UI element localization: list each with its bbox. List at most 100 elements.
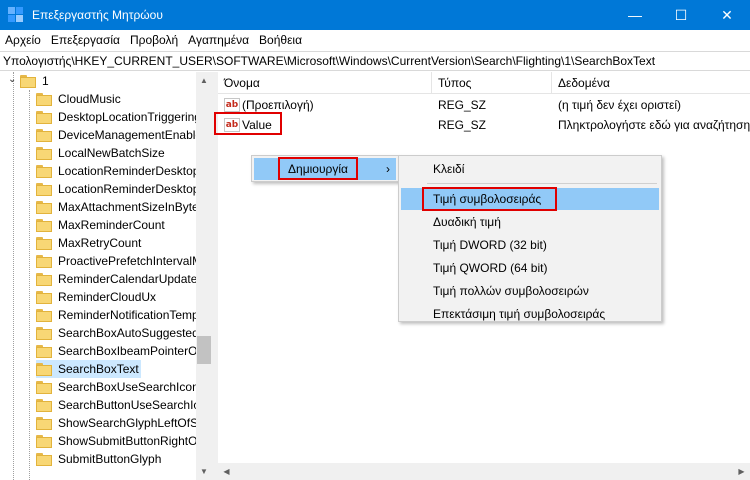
menu-file[interactable]: Αρχείο xyxy=(0,30,46,50)
tree-node-label: ProactivePrefetchIntervalM xyxy=(58,254,203,268)
submenu-arrow-icon: › xyxy=(386,162,390,176)
submenu-separator xyxy=(427,183,657,184)
folder-icon xyxy=(36,128,52,142)
tree-node[interactable]: SearchBoxUseSearchIconA xyxy=(36,378,209,396)
scroll-up-icon[interactable]: ▲ xyxy=(196,72,212,89)
tree-node-label: ShowSubmitButtonRightO xyxy=(58,434,198,448)
column-data-header[interactable]: Δεδομένα xyxy=(552,72,750,94)
submenu-item-label: Τιμή QWORD (64 bit) xyxy=(433,261,548,275)
values-hscrollbar[interactable]: ◀ ▶ xyxy=(218,463,750,480)
tree-node-label: ReminderNotificationTemp xyxy=(58,308,199,322)
scroll-right-icon[interactable]: ▶ xyxy=(733,463,750,480)
scroll-left-icon[interactable]: ◀ xyxy=(218,463,235,480)
tree-node[interactable]: SearchBoxAutoSuggestedF xyxy=(36,324,208,342)
tree-node[interactable]: SearchBoxIbeamPointerOr xyxy=(36,342,203,360)
tree-node-label: SearchBoxUseSearchIconA xyxy=(58,380,207,394)
tree-node[interactable]: MaxAttachmentSizeInByte xyxy=(36,198,201,216)
title-bar: Επεξεργαστής Μητρώου — ☐ ✕ xyxy=(0,0,750,30)
tree-node-label: SearchBoxIbeamPointerOr xyxy=(58,344,202,358)
tree-node-label: LocationReminderDesktop xyxy=(58,182,200,196)
tree-node[interactable]: SearchButtonUseSearchIco xyxy=(36,396,208,414)
scroll-down-icon[interactable]: ▼ xyxy=(196,463,212,480)
value-type: REG_SZ xyxy=(438,118,487,132)
tree-node-label: SearchBoxText xyxy=(56,360,141,378)
key-tree[interactable]: ⌄ 1 CloudMusic DesktopLocationTriggering D… xyxy=(0,72,212,480)
window-title: Επεξεργαστής Μητρώου xyxy=(32,8,163,22)
column-name-header[interactable]: Όνομα xyxy=(218,72,432,94)
folder-icon xyxy=(36,236,52,250)
collapse-chevron-icon[interactable]: ⌄ xyxy=(8,74,16,85)
tree-node[interactable]: ReminderCalendarUpdate xyxy=(36,270,199,288)
folder-icon xyxy=(36,92,52,106)
tree-node[interactable]: DesktopLocationTriggering xyxy=(36,108,203,126)
folder-icon xyxy=(36,308,52,322)
tree-node[interactable]: ProactivePrefetchIntervalM xyxy=(36,252,204,270)
close-button[interactable]: ✕ xyxy=(704,0,750,30)
tree-node-label: MaxReminderCount xyxy=(58,218,165,232)
value-row-value[interactable]: ab Value REG_SZ Πληκτρολογήστε εδώ για α… xyxy=(218,116,750,134)
folder-icon xyxy=(20,74,36,88)
tree-node[interactable]: MaxReminderCount xyxy=(36,216,167,234)
tree-node-parent[interactable]: 1 xyxy=(20,72,51,90)
maximize-button[interactable]: ☐ xyxy=(658,0,704,30)
submenu-item[interactable]: Επεκτάσιμη τιμή συμβολοσειράς xyxy=(401,303,659,325)
menu-help[interactable]: Βοήθεια xyxy=(254,30,307,50)
submenu-item-label: Δυαδική τιμή xyxy=(433,215,501,229)
tree-guide-line xyxy=(29,90,30,480)
tree-node-label: LocalNewBatchSize xyxy=(58,146,165,160)
tree-node[interactable]: LocalNewBatchSize xyxy=(36,144,167,162)
tree-node[interactable]: LocationReminderDesktop xyxy=(36,180,201,198)
tree-node-label: MaxRetryCount xyxy=(58,236,142,250)
folder-icon xyxy=(36,434,52,448)
column-type-header[interactable]: Τύπος xyxy=(432,72,552,94)
tree-node[interactable]: ShowSubmitButtonRightO xyxy=(36,432,199,450)
minimize-button[interactable]: — xyxy=(612,0,658,30)
address-bar[interactable]: Υπολογιστής\HKEY_CURRENT_USER\SOFTWARE\M… xyxy=(0,51,750,71)
tree-node-label: ReminderCloudUx xyxy=(58,290,157,304)
tree-node-label: ShowSearchGlyphLeftOfSe xyxy=(58,416,205,430)
folder-icon xyxy=(36,326,52,340)
tree-node[interactable]: ReminderNotificationTemp xyxy=(36,306,201,324)
submenu-item-label: Τιμή DWORD (32 bit) xyxy=(433,238,547,252)
submenu-item[interactable]: Δυαδική τιμή xyxy=(401,211,659,233)
scroll-thumb[interactable] xyxy=(197,336,211,364)
submenu-item[interactable]: Τιμή QWORD (64 bit) xyxy=(401,257,659,279)
tree-node[interactable]: MaxRetryCount xyxy=(36,234,143,252)
menu-favorites[interactable]: Αγαπημένα xyxy=(183,30,254,50)
tree-node[interactable]: SubmitButtonGlyph xyxy=(36,450,163,468)
tree-guide-line xyxy=(13,72,14,480)
tree-node[interactable]: ShowSearchGlyphLeftOfSe xyxy=(36,414,207,432)
submenu-item-label: Τιμή πολλών συμβολοσειρών xyxy=(433,284,589,298)
tree-scrollbar[interactable]: ▲ ▼ xyxy=(196,72,212,480)
submenu-item-key[interactable]: Κλειδί xyxy=(401,158,659,180)
tree-node-selected[interactable]: SearchBoxText xyxy=(36,360,141,378)
value-type: REG_SZ xyxy=(438,98,487,112)
value-row-default[interactable]: ab (Προεπιλογή) REG_SZ (η τιμή δεν έχει … xyxy=(218,96,750,114)
folder-icon xyxy=(36,452,52,466)
folder-icon xyxy=(36,380,52,394)
tree-node[interactable]: LocationReminderDesktop xyxy=(36,162,201,180)
menu-edit[interactable]: Επεξεργασία xyxy=(46,30,125,50)
submenu-item-key-label: Κλειδί xyxy=(433,162,465,176)
menu-view[interactable]: Προβολή xyxy=(125,30,183,50)
tree-node-label: SearchBoxAutoSuggestedF xyxy=(58,326,207,340)
tree-node[interactable]: CloudMusic xyxy=(36,90,123,108)
highlight-string-value-box xyxy=(422,187,557,211)
value-data: Πληκτρολογήστε εδώ για αναζήτηση xyxy=(558,118,750,132)
folder-icon xyxy=(36,218,52,232)
submenu-item[interactable]: Τιμή DWORD (32 bit) xyxy=(401,234,659,256)
submenu-item[interactable]: Τιμή πολλών συμβολοσειρών xyxy=(401,280,659,302)
folder-icon xyxy=(36,182,52,196)
folder-icon xyxy=(36,290,52,304)
regedit-icon xyxy=(8,7,24,23)
tree-node[interactable]: DeviceManagementEnable xyxy=(36,126,204,144)
menu-bar: Αρχείο Επεξεργασία Προβολή Αγαπημένα Βοή… xyxy=(0,30,750,50)
folder-icon xyxy=(36,344,52,358)
folder-icon xyxy=(36,416,52,430)
folder-icon xyxy=(36,254,52,268)
tree-node-label: SearchButtonUseSearchIco xyxy=(58,398,207,412)
tree-node-label: SubmitButtonGlyph xyxy=(58,452,162,466)
tree-node[interactable]: ReminderCloudUx xyxy=(36,288,158,306)
highlight-value-box xyxy=(214,112,282,135)
column-headers: Όνομα Τύπος Δεδομένα xyxy=(218,72,750,94)
